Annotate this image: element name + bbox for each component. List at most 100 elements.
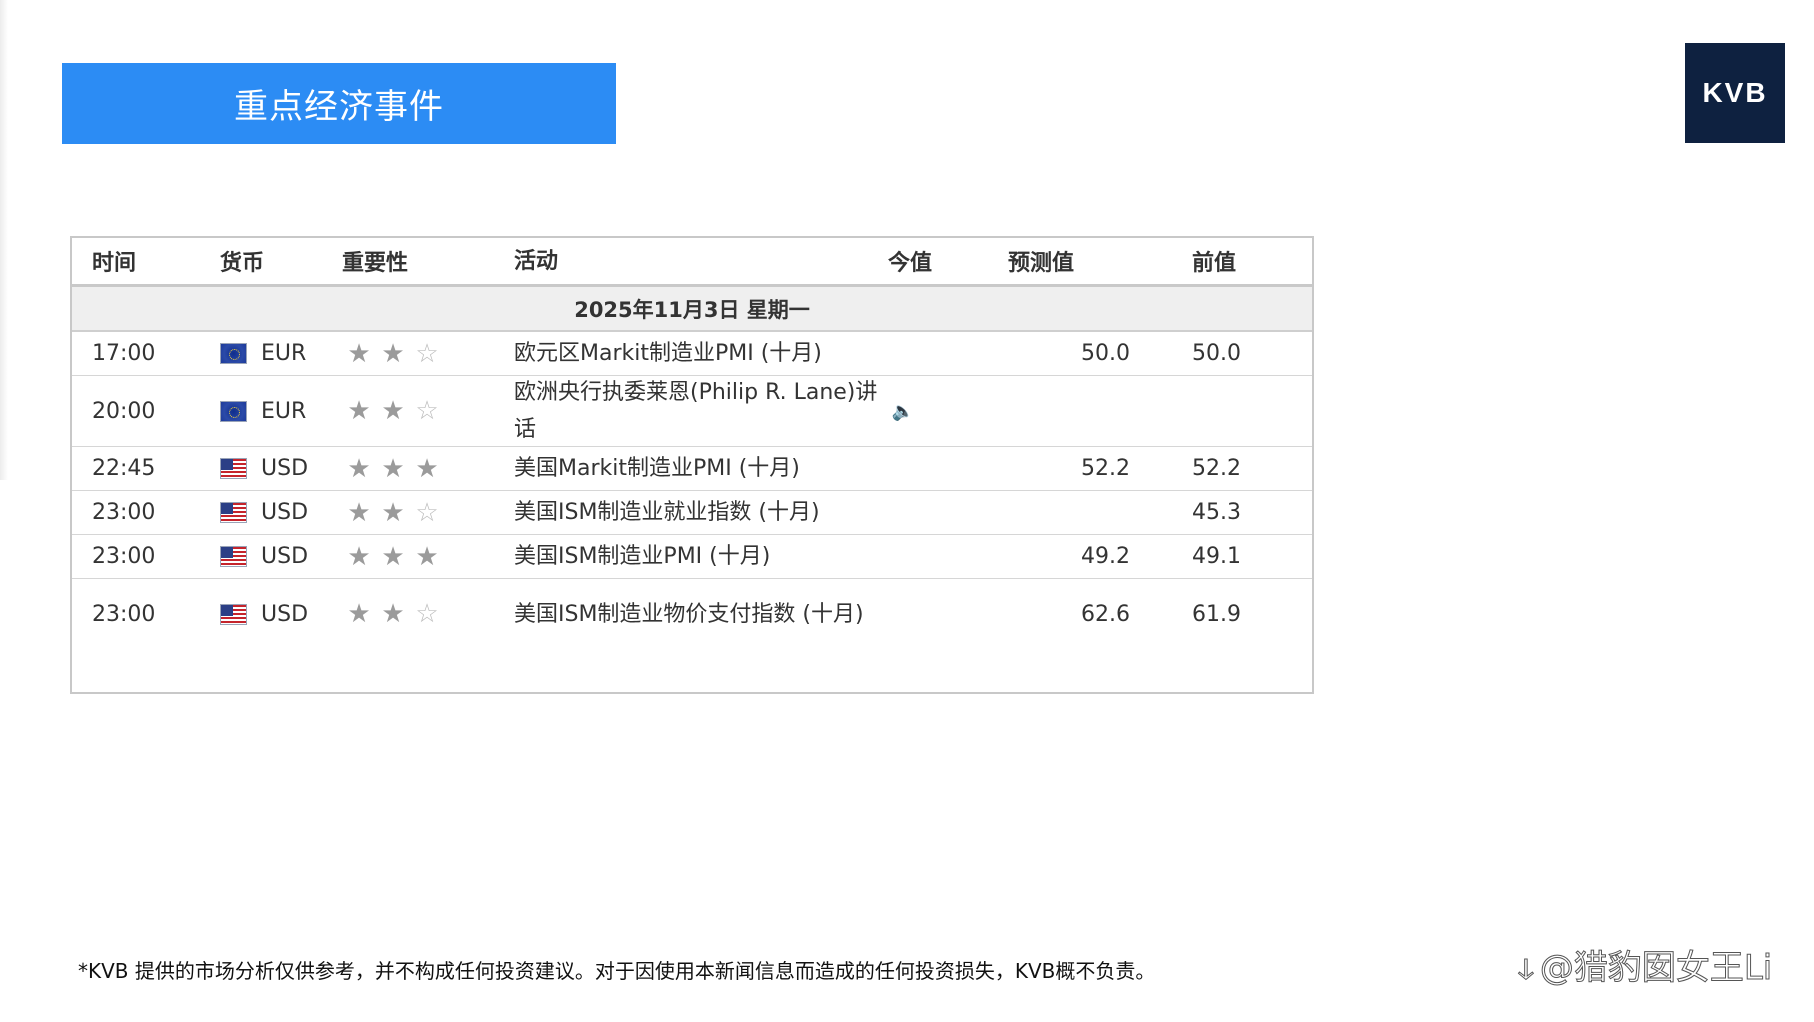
- disclaimer-text: *KVB 提供的市场分析仅供参考，并不构成任何投资建议。对于因使用本新闻信息而造…: [78, 959, 1156, 983]
- row-currency: USD: [220, 491, 308, 534]
- currency-code: USD: [261, 456, 309, 481]
- star-filled-icon: ★: [381, 338, 405, 369]
- header-previous: 前值: [1192, 251, 1237, 276]
- row-forecast: 50.0: [1081, 341, 1130, 366]
- header-time: 时间: [92, 251, 137, 276]
- speaker-icon[interactable]: 🔈: [892, 393, 914, 430]
- us-flag-icon: [220, 603, 247, 625]
- star-filled-icon: ★: [415, 541, 439, 572]
- row-forecast: 62.6: [1081, 601, 1130, 627]
- row-previous: 61.9: [1192, 601, 1241, 627]
- platform-logo-icon: ↆ: [1518, 952, 1535, 988]
- star-filled-icon: ★: [347, 396, 371, 426]
- row-importance-stars: ★ ★ ☆: [342, 332, 444, 375]
- us-flag-icon: [220, 546, 247, 567]
- row-event[interactable]: 美国ISM制造业物价支付指数 (十月): [514, 579, 914, 649]
- section-title: 重点经济事件: [234, 87, 444, 127]
- row-importance-stars: ★ ★ ★: [342, 535, 444, 578]
- date-group-row: 2025年11月3日 星期一: [72, 287, 1312, 332]
- star-filled-icon: ★: [347, 497, 371, 528]
- row-importance-stars: ★ ★ ☆: [342, 491, 444, 534]
- currency-code: USD: [261, 500, 309, 525]
- row-previous: [1192, 376, 1310, 446]
- row-currency: EUR: [220, 376, 306, 446]
- economic-calendar-table: 时间 货币 重要性 活动 今值 预测值 前值 2025年11月3日 星期一 17…: [70, 236, 1314, 694]
- star-filled-icon: ★: [381, 497, 405, 528]
- header-event: 活动: [514, 248, 559, 274]
- event-title[interactable]: 美国ISM制造业PMI (十月): [514, 538, 770, 575]
- table-header-row: 时间 货币 重要性 活动 今值 预测值 前值: [72, 238, 1312, 287]
- row-previous: 50.0: [1192, 341, 1241, 366]
- table-body: 17:00 EUR ★ ★ ☆ 欧元区Markit制造业PMI (十月) 50.0 50.0 2…: [72, 332, 1312, 649]
- table-row: 23:00 USD ★ ★ ☆ 美国ISM制造业物价支付指数 (十月) 62.6 61.9: [72, 579, 1312, 649]
- event-title[interactable]: 欧元区Markit制造业PMI (十月): [514, 335, 822, 372]
- star-filled-icon: ★: [415, 453, 439, 484]
- star-filled-icon: ★: [347, 338, 371, 369]
- star-filled-icon: ★: [347, 541, 371, 572]
- page-edge-shadow: [0, 0, 8, 480]
- row-time: 22:45: [92, 456, 156, 481]
- watermark-text: @猎豹囡女王Li: [1539, 948, 1773, 989]
- row-forecast: 52.2: [1081, 456, 1130, 481]
- row-event[interactable]: 欧洲央行执委莱恩(Philip R. Lane)讲话 🔈: [514, 376, 914, 446]
- star-filled-icon: ★: [381, 599, 405, 629]
- event-title[interactable]: 美国Markit制造业PMI (十月): [514, 450, 800, 487]
- currency-code: EUR: [261, 398, 307, 424]
- row-importance-stars: ★ ★ ☆: [342, 579, 444, 649]
- row-event[interactable]: 美国ISM制造业就业指数 (十月): [514, 491, 914, 534]
- header-actual: 今值: [888, 251, 933, 276]
- row-currency: USD: [220, 447, 308, 490]
- currency-code: USD: [261, 544, 309, 569]
- eu-flag-icon: [220, 343, 247, 364]
- row-currency: USD: [220, 579, 308, 649]
- star-filled-icon: ★: [347, 453, 371, 484]
- us-flag-icon: [220, 458, 247, 479]
- row-previous: 45.3: [1192, 500, 1241, 525]
- table-row: 17:00 EUR ★ ★ ☆ 欧元区Markit制造业PMI (十月) 50.0 50.0: [72, 332, 1312, 376]
- date-label: 2025年11月3日 星期一: [574, 297, 810, 322]
- star-filled-icon: ★: [347, 599, 371, 629]
- section-title-banner: 重点经济事件: [62, 63, 616, 144]
- row-currency: USD: [220, 535, 308, 578]
- row-time: 23:00: [92, 601, 156, 627]
- logo-text: KVB: [1702, 77, 1768, 108]
- us-flag-icon: [220, 502, 247, 523]
- row-event[interactable]: 美国ISM制造业PMI (十月): [514, 535, 914, 578]
- event-title[interactable]: 美国ISM制造业物价支付指数 (十月): [514, 596, 864, 633]
- currency-code: EUR: [261, 341, 307, 366]
- header-currency: 货币: [220, 251, 265, 276]
- table-row: 23:00 USD ★ ★ ★ 美国ISM制造业PMI (十月) 49.2 49.1: [72, 535, 1312, 579]
- header-forecast: 预测值: [1008, 251, 1075, 276]
- star-filled-icon: ★: [381, 396, 405, 426]
- row-time: 23:00: [92, 544, 156, 569]
- star-empty-icon: ☆: [415, 396, 439, 426]
- table-row: 20:00 EUR ★ ★ ☆ 欧洲央行执委莱恩(Philip R. Lane)讲话 🔈: [72, 376, 1312, 447]
- header-importance: 重要性: [342, 251, 409, 276]
- star-filled-icon: ★: [381, 453, 405, 484]
- row-time: 20:00: [92, 398, 156, 424]
- event-title[interactable]: 美国ISM制造业就业指数 (十月): [514, 494, 820, 531]
- currency-code: USD: [261, 601, 309, 627]
- row-time: 23:00: [92, 500, 156, 525]
- row-importance-stars: ★ ★ ★: [342, 447, 444, 490]
- table-row: 23:00 USD ★ ★ ☆ 美国ISM制造业就业指数 (十月) 45.3: [72, 491, 1312, 535]
- row-previous: 49.1: [1192, 544, 1241, 569]
- row-event[interactable]: 欧元区Markit制造业PMI (十月): [514, 332, 914, 375]
- star-empty-icon: ☆: [415, 338, 439, 369]
- watermark: ↆ @猎豹囡女王Li: [1518, 940, 1773, 989]
- star-empty-icon: ☆: [415, 599, 439, 629]
- row-forecast: [1034, 491, 1130, 534]
- row-forecast: [1034, 376, 1130, 446]
- row-time: 17:00: [92, 341, 156, 366]
- star-empty-icon: ☆: [415, 497, 439, 528]
- star-filled-icon: ★: [381, 541, 405, 572]
- row-currency: EUR: [220, 332, 306, 375]
- eu-flag-icon: [220, 400, 247, 422]
- row-previous: 52.2: [1192, 456, 1241, 481]
- table-row: 22:45 USD ★ ★ ★ 美国Markit制造业PMI (十月) 52.2 52.2: [72, 447, 1312, 491]
- row-importance-stars: ★ ★ ☆: [342, 376, 444, 446]
- row-event[interactable]: 美国Markit制造业PMI (十月): [514, 447, 914, 490]
- row-forecast: 49.2: [1081, 544, 1130, 569]
- kvb-logo: KVB: [1685, 43, 1785, 143]
- event-title[interactable]: 欧洲央行执委莱恩(Philip R. Lane)讲话: [514, 374, 882, 448]
